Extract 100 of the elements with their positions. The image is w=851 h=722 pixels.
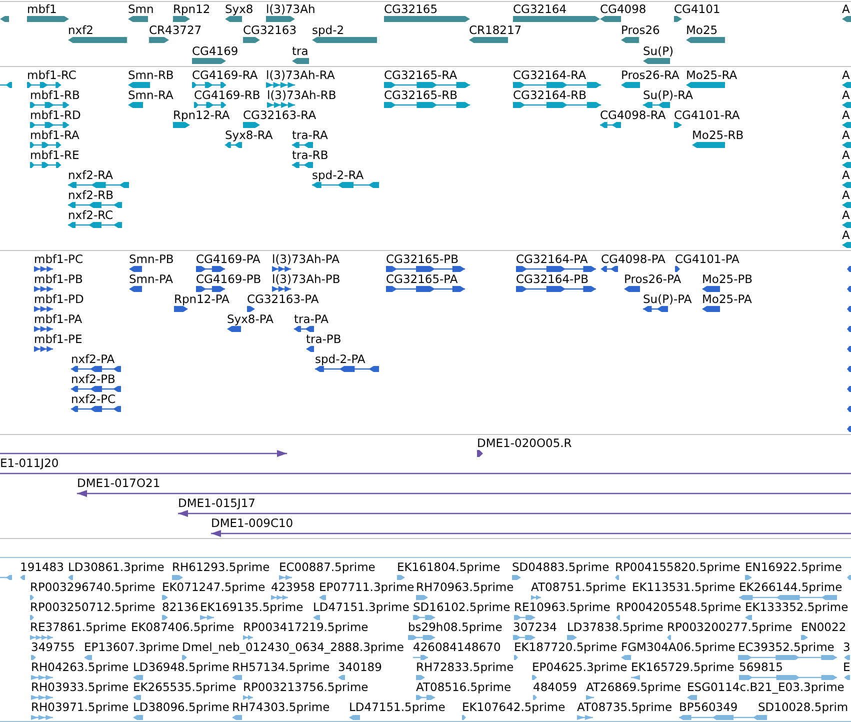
feature-label: DME1-020O05.R: [477, 437, 572, 450]
feature-label: Mo25-RA: [686, 69, 738, 82]
feature-label: mbf1-RC: [27, 69, 76, 82]
feature-label: nxf2-PB: [71, 373, 116, 386]
feature-label: EP07711.3prime: [319, 581, 414, 594]
feature-label: l(3)73Ah: [266, 3, 316, 16]
feature-label: A: [842, 3, 850, 16]
feature-label: A: [842, 229, 850, 242]
feature-label: CG32164-PA: [516, 253, 588, 266]
feature-label: tra-PA: [294, 313, 328, 326]
feature-label: Smn-RB: [128, 69, 174, 82]
feature-label: A: [842, 129, 850, 142]
feature-label: RH74303.5prime: [232, 701, 330, 714]
feature-label: EC00887.5prime: [279, 561, 376, 574]
feature-label: A: [842, 69, 850, 82]
feature-label: AT08751.5prime: [531, 581, 626, 594]
feature-label: ESG0114c.B21_E03.3prime: [687, 681, 844, 694]
feature-label: l(3)73Ah-RB: [267, 89, 336, 102]
feature-label: Pros26: [621, 24, 660, 37]
feature-label: EK133352.5prime: [745, 601, 848, 614]
feature-label: RH70963.5prime: [416, 581, 514, 594]
feature-label: mbf1-RE: [30, 149, 80, 162]
feature-label: SD04883.5prime: [512, 561, 610, 574]
feature-label: RP003250712.5prime: [30, 601, 156, 614]
feature-label: 484059: [533, 681, 577, 694]
feature-label: AT08516.5prime: [416, 681, 512, 694]
feature-label: EN0022: [801, 621, 846, 634]
feature-label: DME1-015J17: [178, 497, 256, 510]
feature-label: mbf1-PE: [34, 333, 82, 346]
feature-label: tra-RA: [292, 129, 328, 142]
feature-label: nxf2-PC: [71, 393, 116, 406]
feature-label: Su(P): [643, 45, 674, 58]
feature-label: 426084148670: [413, 641, 501, 654]
feature-label: CG4098: [600, 3, 646, 16]
feature-label: RP003417219.5prime: [243, 621, 368, 634]
feature-label: CG32165-RB: [384, 89, 458, 102]
feature-label: mbf1-PC: [34, 253, 83, 266]
feature-label: LD47151.3prime: [313, 601, 410, 614]
feature-label: Mo25: [686, 24, 718, 37]
feature-label: l(3)73Ah-RA: [266, 69, 335, 82]
feature-label: spd-2-PA: [315, 353, 366, 366]
feature-label: AT26869.5prime: [586, 681, 682, 694]
feature-label: Su(P)-PA: [643, 293, 692, 306]
feature-label: spd-2: [312, 24, 344, 37]
feature-label: Smn-PA: [129, 273, 174, 286]
feature-label: CG32164-RB: [513, 89, 587, 102]
feature-label: RH57134.5prime: [232, 661, 330, 674]
feature-label: LD37838.5prime: [567, 621, 664, 634]
feature-label: EK113531.5prime: [632, 581, 736, 594]
feature-label: Mo25-PA: [702, 293, 752, 306]
feature-label: nxf2-RB: [68, 189, 114, 202]
feature-label: CG32163-PA: [247, 293, 319, 306]
feature-label: 3: [843, 641, 850, 654]
feature-label: nxf2-RC: [68, 209, 114, 222]
feature-label: 340189: [338, 661, 382, 674]
feature-label: RH61293.5prime: [172, 561, 270, 574]
feature-label: EK187720.5prime: [514, 641, 618, 654]
feature-label: A: [842, 189, 850, 202]
feature-label: EK169135.5prime: [200, 601, 304, 614]
feature-label: CG32165-PA: [386, 273, 458, 286]
feature-label: CG4098-RA: [600, 109, 666, 122]
feature-label: CG4169-RB: [194, 89, 260, 102]
feature-label: Mo25-PB: [702, 273, 753, 286]
feature-label: AT08735.5prime: [577, 701, 672, 714]
feature-label: EK071247.5prime: [162, 581, 266, 594]
feature-label: EK265535.5prime: [133, 681, 236, 694]
feature-label: mbf1: [27, 3, 57, 16]
feature-label: CG4098-PA: [601, 253, 666, 266]
feature-label: EK165729.5prime: [631, 661, 734, 674]
feature-label: CG4101-PA: [675, 253, 740, 266]
feature-label: CG4169-RA: [192, 69, 258, 82]
feature-label: mbf1-PD: [34, 293, 84, 306]
feature-label: 349755: [31, 641, 75, 654]
feature-label: bs29h08.5prime: [408, 621, 502, 634]
feature-label: tra-PB: [306, 333, 342, 346]
feature-label: RP004155820.5prime: [615, 561, 740, 574]
feature-label: CG4169: [192, 45, 238, 58]
feature-label: 191483: [20, 561, 64, 574]
feature-label: 423958: [271, 581, 315, 594]
feature-label: CG32165-RA: [384, 69, 458, 82]
feature-label: A: [842, 89, 850, 102]
feature-label: Syx8: [225, 3, 254, 16]
feature-label: Mo25-RB: [692, 129, 744, 142]
feature-label: mbf1-RB: [30, 89, 80, 102]
feature-label: LD47151.5prime: [349, 701, 446, 714]
feature-label: CG4169-PA: [196, 253, 260, 266]
feature-label: tra: [292, 45, 308, 58]
feature-label: EC39352.5prime: [738, 641, 834, 654]
feature-label: nxf2-RA: [68, 169, 114, 182]
feature-label: CR43727: [149, 24, 202, 37]
feature-label: EK107642.5prime: [462, 701, 566, 714]
feature-label: RP003200277.5prime: [667, 621, 792, 634]
feature-label: 82136: [162, 601, 199, 614]
feature-label: mbf1-PA: [34, 313, 82, 326]
feature-label: CR18217: [469, 24, 522, 37]
feature-label: RH03933.5prime: [31, 681, 129, 694]
feature-label: CG32165: [384, 3, 438, 16]
feature-label: FGM304A06.5prime: [621, 641, 736, 654]
feature-label: spd-2-RA: [312, 169, 364, 182]
feature-label: Smn: [128, 3, 154, 16]
